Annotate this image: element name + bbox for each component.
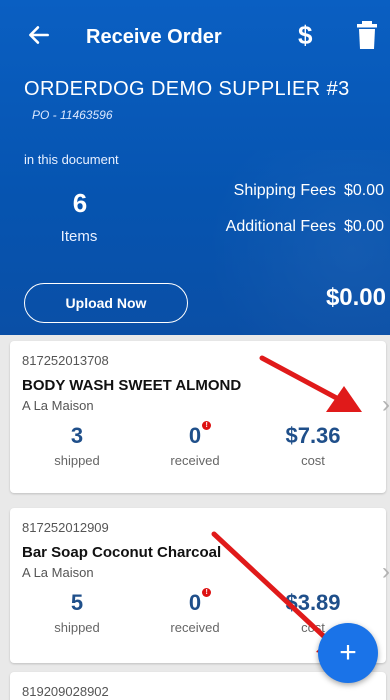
shipped-stat: 3 shipped: [32, 423, 122, 468]
shipped-label: shipped: [54, 620, 100, 635]
received-count: 0: [188, 590, 202, 615]
cost-label: cost: [301, 453, 325, 468]
list-item[interactable]: 817252013708 BODY WASH SWEET ALMOND A La…: [10, 341, 390, 493]
items-count: 6: [72, 188, 88, 218]
item-brand: A La Maison: [22, 565, 94, 580]
received-stat: 0! received: [150, 588, 240, 635]
page-title: Receive Order: [86, 26, 222, 48]
item-sku: 819209028902: [22, 684, 109, 699]
shipped-count: 3: [70, 423, 84, 448]
item-sku: 817252012909: [22, 520, 109, 535]
shipped-label: shipped: [54, 453, 100, 468]
received-stat: 0! received: [150, 421, 240, 468]
items-label: Items: [60, 228, 98, 245]
item-sku: 817252013708: [22, 353, 109, 368]
shipped-stat: 5 shipped: [32, 590, 122, 635]
shipping-fees-row: Shipping Fees $0.00: [226, 182, 384, 218]
shipping-fees-label: Shipping Fees: [233, 182, 336, 199]
received-label: received: [170, 620, 220, 635]
in-document-label: in this document: [24, 152, 119, 167]
cost-stat: $7.36 cost: [268, 423, 358, 468]
cost-value: $3.89: [285, 590, 341, 615]
add-item-button[interactable]: +: [318, 623, 378, 683]
item-name: BODY WASH SWEET ALMOND: [22, 377, 242, 394]
item-brand: A La Maison: [22, 398, 94, 413]
shipping-fees-value: $0.00: [343, 182, 384, 199]
supplier-name: ORDERDOG DEMO SUPPLIER #3: [24, 78, 350, 100]
trash-icon[interactable]: [356, 20, 378, 50]
additional-fees-label: Additional Fees: [225, 218, 336, 235]
cost-value: $7.36: [285, 423, 341, 448]
chevron-right-icon[interactable]: ›: [382, 391, 390, 419]
alert-badge-icon: !: [202, 588, 212, 597]
shipped-count: 5: [70, 590, 84, 615]
dollar-icon[interactable]: $: [298, 20, 312, 51]
fees-summary: Shipping Fees $0.00 Additional Fees $0.00: [226, 182, 384, 254]
additional-fees-value: $0.00: [343, 218, 384, 235]
arrow-left-icon[interactable]: [26, 22, 52, 48]
order-total: $0.00: [325, 284, 386, 311]
upload-now-button[interactable]: Upload Now: [24, 283, 188, 323]
po-number: PO - 11463596: [32, 108, 113, 122]
received-count: 0: [188, 423, 202, 448]
additional-fees-row: Additional Fees $0.00: [226, 218, 384, 254]
alert-badge-icon: !: [202, 421, 212, 430]
item-name: Bar Soap Coconut Charcoal: [22, 544, 222, 561]
order-header: Receive Order $ ORDERDOG DEMO SUPPLIER #…: [0, 0, 390, 335]
received-label: received: [170, 453, 220, 468]
chevron-right-icon[interactable]: ›: [382, 558, 390, 586]
top-app-bar: Receive Order $: [0, 0, 390, 76]
